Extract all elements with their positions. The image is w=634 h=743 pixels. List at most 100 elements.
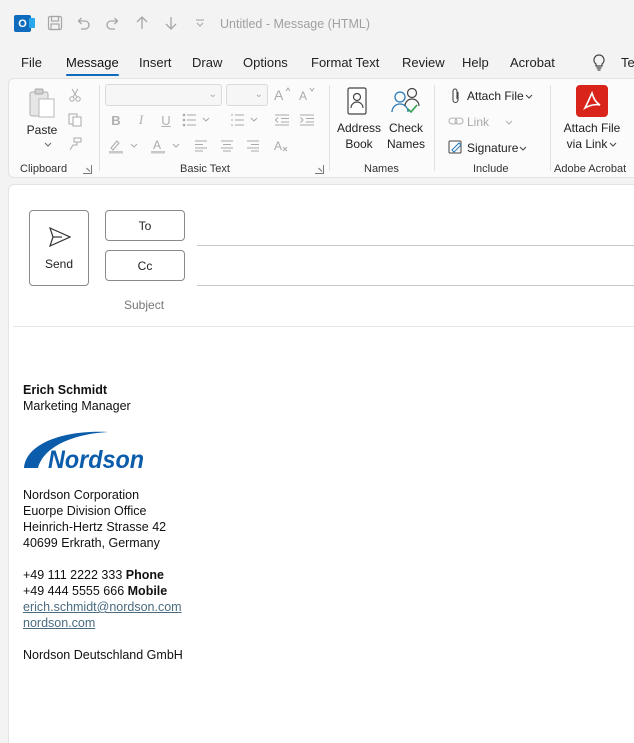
outlook-app-icon: O: [14, 15, 35, 32]
signature-office: Euorpe Division Office: [23, 504, 147, 518]
address-book-button-line2[interactable]: Book: [336, 136, 382, 152]
grow-font-icon[interactable]: A: [273, 85, 291, 103]
group-label-include: Include: [473, 163, 509, 175]
link-icon[interactable]: [447, 113, 465, 129]
paste-dropdown-icon[interactable]: [43, 140, 53, 148]
ribbon-separator: [99, 85, 100, 171]
copy-icon[interactable]: [67, 112, 83, 128]
signature-icon[interactable]: [447, 138, 465, 156]
numbering-icon[interactable]: [229, 111, 261, 129]
clear-formatting-icon[interactable]: A: [273, 137, 291, 155]
signature-company: Nordson Corporation: [23, 488, 140, 502]
attach-file-button[interactable]: Attach File: [467, 88, 524, 104]
cc-field[interactable]: [197, 285, 634, 286]
send-label: Send: [44, 257, 74, 271]
tab-format-text[interactable]: Format Text: [311, 55, 379, 70]
group-label-adobe-acrobat: Adobe Acrobat: [554, 163, 627, 175]
lightbulb-icon[interactable]: [592, 54, 606, 71]
check-names-button[interactable]: Check: [383, 120, 429, 136]
tab-options[interactable]: Options: [243, 55, 288, 70]
nordson-logo: Nordson: [22, 428, 146, 474]
signature-title: Marketing Manager: [23, 399, 131, 413]
align-right-icon[interactable]: [245, 137, 261, 155]
attach-file-dropdown-icon[interactable]: [524, 92, 534, 100]
signature-footer-company: Nordson Deutschland GmbH: [23, 648, 183, 662]
tab-draw[interactable]: Draw: [192, 55, 222, 70]
increase-indent-icon[interactable]: [298, 111, 316, 129]
ribbon-separator: [434, 85, 435, 171]
check-names-button-line2[interactable]: Names: [383, 136, 429, 152]
tab-help[interactable]: Help: [462, 55, 489, 70]
chevron-down-icon: ⌄: [254, 89, 263, 100]
to-button[interactable]: To: [105, 210, 185, 241]
subject-label: Subject: [124, 298, 165, 312]
tell-me-search[interactable]: Te: [621, 55, 634, 70]
address-book-icon[interactable]: [345, 86, 369, 116]
underline-icon[interactable]: U: [158, 111, 174, 129]
paste-button[interactable]: Paste: [26, 122, 58, 138]
attach-file-via-link-button[interactable]: Attach File: [559, 120, 625, 136]
ribbon-separator: [329, 85, 330, 171]
signature-mobile: +49 444 5555 666 Mobile: [23, 584, 168, 598]
signature-dropdown-icon[interactable]: [518, 144, 528, 152]
undo-icon[interactable]: [74, 14, 92, 32]
format-painter-icon[interactable]: [67, 136, 83, 152]
tab-message[interactable]: Message: [66, 55, 119, 76]
font-color-icon[interactable]: A: [149, 137, 183, 155]
link-dropdown-icon[interactable]: [504, 118, 514, 126]
signature-website-link[interactable]: nordson.com: [23, 615, 95, 631]
check-names-icon[interactable]: [389, 86, 423, 116]
adobe-acrobat-icon[interactable]: [576, 85, 608, 117]
attach-via-link-dropdown-icon[interactable]: [608, 140, 618, 148]
signature-email-link[interactable]: erich.schmidt@nordson.com: [23, 599, 182, 615]
bold-icon[interactable]: B: [108, 111, 124, 129]
font-size-combo[interactable]: ⌄: [226, 84, 268, 106]
svg-text:A: A: [274, 139, 282, 153]
to-field[interactable]: [197, 245, 634, 246]
header-divider: [13, 326, 634, 327]
paste-icon[interactable]: [27, 87, 57, 119]
customize-toolbar-icon[interactable]: [191, 14, 209, 32]
align-left-icon[interactable]: [193, 137, 209, 155]
tab-insert[interactable]: Insert: [139, 55, 172, 70]
title-bar: O Untitled - Message (HTML): [0, 0, 634, 46]
signature-street: Heinrich-Hertz Strasse 42: [23, 520, 167, 534]
redo-icon[interactable]: [104, 14, 122, 32]
signature-phone: +49 111 2222 333 Phone: [23, 568, 164, 582]
decrease-indent-icon[interactable]: [273, 111, 291, 129]
align-center-icon[interactable]: [219, 137, 235, 155]
highlight-color-icon[interactable]: [107, 137, 141, 155]
ribbon-separator: [550, 85, 551, 171]
paperclip-icon[interactable]: [449, 87, 463, 105]
signature-city: 40699 Erkrath, Germany: [23, 536, 160, 550]
address-book-button[interactable]: Address: [336, 120, 382, 136]
menu-bar: File Message Insert Draw Options Format …: [0, 46, 634, 78]
group-label-names: Names: [364, 163, 399, 175]
link-button[interactable]: Link: [467, 114, 489, 130]
clipboard-launcher-icon[interactable]: [83, 165, 92, 174]
tab-file[interactable]: File: [21, 55, 42, 70]
group-label-clipboard: Clipboard: [20, 163, 68, 175]
bullets-icon[interactable]: [181, 111, 213, 129]
signature-button[interactable]: Signature: [467, 140, 518, 156]
svg-text:Nordson: Nordson: [48, 446, 144, 472]
window-title: Untitled - Message (HTML): [220, 17, 371, 31]
arrow-up-icon[interactable]: [133, 14, 151, 32]
svg-text:A: A: [299, 89, 307, 101]
arrow-down-icon[interactable]: [162, 14, 180, 32]
ribbon: Paste Clipboard ⌄ ⌄ A A B I U A A Basic …: [8, 78, 634, 178]
font-name-combo[interactable]: ⌄: [105, 84, 222, 106]
cut-icon[interactable]: [67, 87, 83, 103]
group-label-basic-text: Basic Text: [180, 163, 230, 175]
send-icon: [49, 227, 71, 247]
svg-text:A: A: [274, 87, 284, 101]
italic-icon[interactable]: I: [133, 111, 149, 129]
basic-text-launcher-icon[interactable]: [315, 165, 324, 174]
send-button[interactable]: Send: [29, 210, 89, 286]
save-icon[interactable]: [46, 14, 64, 32]
cc-button[interactable]: Cc: [105, 250, 185, 281]
shrink-font-icon[interactable]: A: [298, 85, 316, 103]
tab-review[interactable]: Review: [402, 55, 445, 70]
tab-acrobat[interactable]: Acrobat: [510, 55, 555, 70]
svg-text:A: A: [153, 138, 161, 152]
